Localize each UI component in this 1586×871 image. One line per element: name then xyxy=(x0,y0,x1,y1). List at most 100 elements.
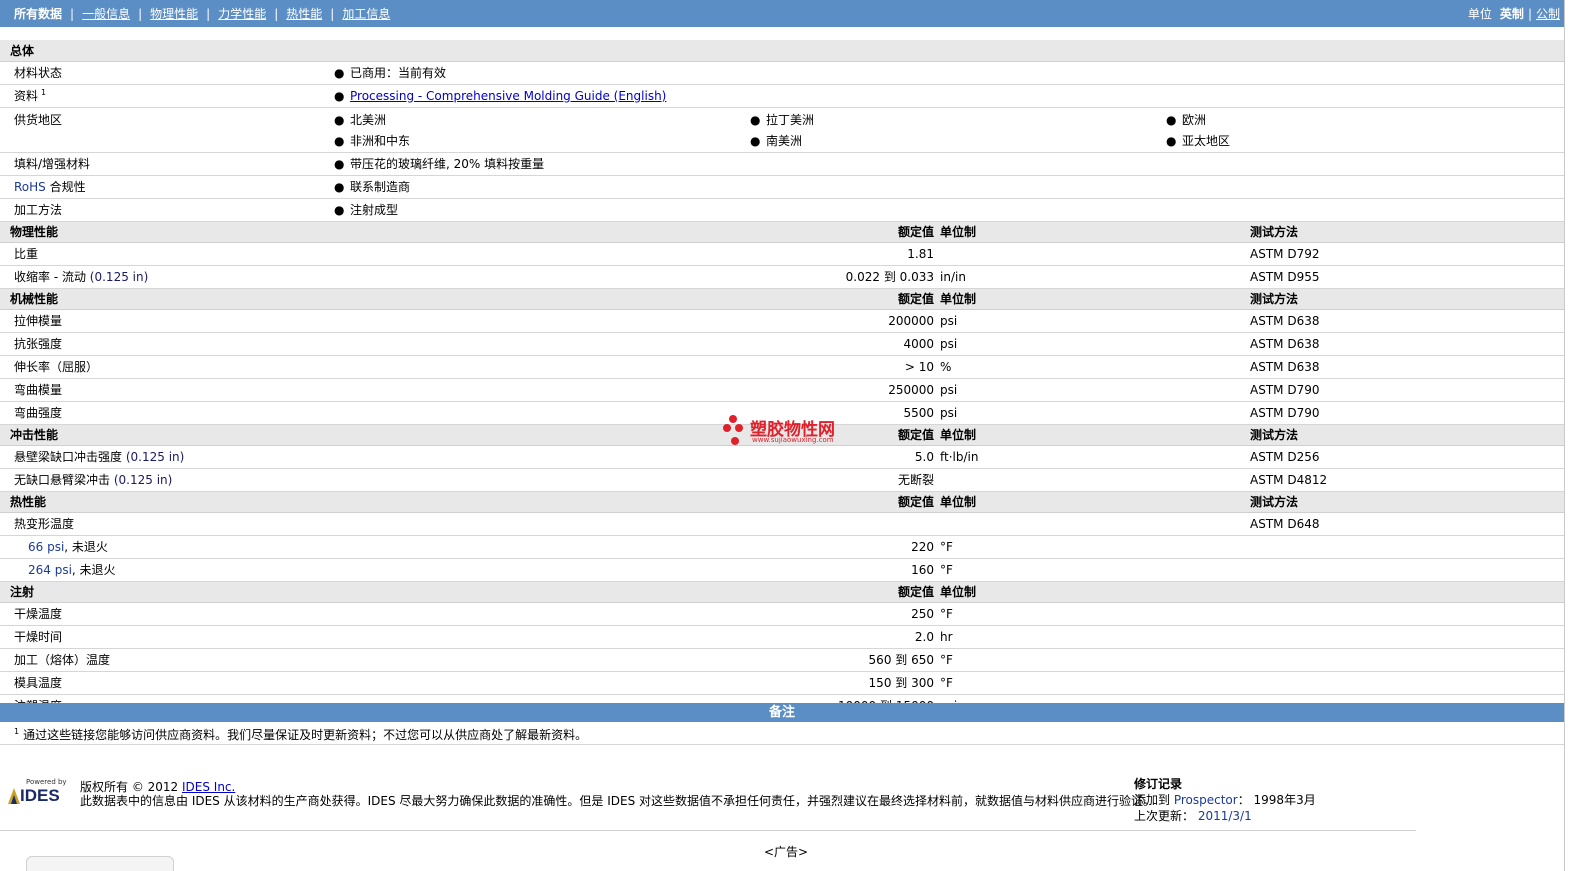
bullet-icon: ● xyxy=(334,112,345,127)
nav-separator: | xyxy=(138,6,143,21)
divider xyxy=(0,830,1416,831)
row-test: ASTM D638 xyxy=(1250,332,1565,356)
table-row: RoHS 合规性 ● 联系制造商 xyxy=(0,175,1565,199)
tab-mechanical[interactable]: 力学性能 xyxy=(218,5,266,22)
row-value: 4000 xyxy=(320,332,940,356)
table-row: 材料状态 ● 已商用：当前有效 xyxy=(0,61,1565,85)
watermark-url: www.sujiaowuxing.com xyxy=(752,436,834,444)
nav-separator: | xyxy=(206,6,211,21)
powered-by-label: Powered by xyxy=(26,778,67,786)
footnote: 1 通过这些链接您能够访问供应商资料。我们尽量保证及时更新资料；不过您可以从供应商… xyxy=(14,726,587,743)
divider xyxy=(0,744,1564,745)
row-value: > 10 xyxy=(320,355,940,379)
tab-general-info[interactable]: 一般信息 xyxy=(82,5,130,22)
nav-separator: | xyxy=(330,6,335,21)
logo-text: IDES xyxy=(20,786,60,805)
processing-guide-link[interactable]: Processing - Comprehensive Molding Guide… xyxy=(350,89,666,103)
table-row: 干燥温度 250 °F xyxy=(0,602,1565,626)
row-label: 收缩率 - 流动 xyxy=(14,270,86,284)
row-value: 带压花的玻璃纤维, 20% 填料按重量 xyxy=(350,157,545,171)
scrollbar-edge[interactable] xyxy=(1564,0,1586,871)
footer: Powered by IDES 版权所有 © 2012 IDES Inc. 此数… xyxy=(0,774,1420,834)
row-value: 560 到 650 xyxy=(320,648,940,672)
nav-separator: | xyxy=(274,6,279,21)
table-row: 热变形温度 ASTM D648 xyxy=(0,512,1565,536)
row-test: ASTM D638 xyxy=(1250,355,1565,379)
ides-logo[interactable]: Powered by IDES xyxy=(8,778,70,806)
header-unit: 单位制 xyxy=(940,581,1250,603)
row-unit xyxy=(940,468,1250,492)
footnote-number: 1 xyxy=(14,727,20,736)
site-watermark: 塑胶物性网 www.sujiaowuxing.com xyxy=(722,413,852,449)
row-label: 悬壁梁缺口冲击强度 xyxy=(14,450,123,464)
footnote-text: 通过这些链接您能够访问供应商资料。我们尽量保证及时更新资料；不过您可以从供应商处… xyxy=(23,728,588,742)
row-label: 干燥时间 xyxy=(0,625,320,649)
tab-thermal[interactable]: 热性能 xyxy=(286,5,322,22)
table-row: 拉伸模量 200000 psi ASTM D638 xyxy=(0,309,1565,333)
table-row: 收缩率 - 流动 (0.125 in) 0.022 到 0.033 in/in … xyxy=(0,265,1565,289)
section-title: 物理性能 xyxy=(0,221,320,243)
unit-metric-link[interactable]: 公制 xyxy=(1536,5,1560,22)
row-unit: psi xyxy=(940,401,1250,425)
tab-all-data[interactable]: 所有数据 xyxy=(14,5,62,22)
nav-separator: | xyxy=(70,6,75,21)
row-label: 热变形温度 xyxy=(0,512,320,536)
row-value: 2.0 xyxy=(320,625,940,649)
bullet-icon: ● xyxy=(334,203,345,217)
row-value: 150 到 300 xyxy=(320,671,940,695)
table-row: 干燥时间 2.0 hr xyxy=(0,625,1565,649)
bullet-icon: ● xyxy=(1166,112,1177,127)
row-value: 250000 xyxy=(320,378,940,402)
bottom-panel-tab[interactable] xyxy=(26,856,174,871)
bullet-icon: ● xyxy=(334,133,345,148)
table-row: 加工方法 ● 注射成型 xyxy=(0,198,1565,222)
revision-history: 修订记录 添加到 Prospector： 1998年3月 上次更新： 2011/… xyxy=(1134,776,1316,824)
row-unit: psi xyxy=(940,332,1250,356)
row-condition: (0.125 in) xyxy=(125,450,185,464)
row-unit: % xyxy=(940,355,1250,379)
bullet-icon: ● xyxy=(1166,133,1177,148)
unit-imperial: 英制 xyxy=(1499,7,1524,21)
region-list: ● 北美洲 ● 拉丁美洲 ● 欧洲 ● 非洲和中东 ● 南美洲 ● 亚太地区 xyxy=(334,108,1560,152)
ides-mark-icon xyxy=(8,788,20,804)
tab-physical[interactable]: 物理性能 xyxy=(150,5,198,22)
table-row: 弯曲模量 250000 psi ASTM D790 xyxy=(0,378,1565,402)
tab-processing[interactable]: 加工信息 xyxy=(342,5,390,22)
table-row: 填料/增强材料 ● 带压花的玻璃纤维, 20% 填料按重量 xyxy=(0,152,1565,176)
row-label: 伸长率（屈服） xyxy=(0,355,320,379)
top-nav-bar: 所有数据 | 一般信息 | 物理性能 | 力学性能 | 热性能 | 加工信息 单… xyxy=(0,0,1568,27)
row-label: 加工方法 xyxy=(0,198,320,222)
row-value: 无断裂 xyxy=(320,468,940,492)
list-item: ● 欧洲 xyxy=(1166,112,1207,127)
revision-added: 添加到 Prospector： 1998年3月 xyxy=(1134,793,1316,807)
header-test: 测试方法 xyxy=(1250,491,1565,513)
bullet-icon: ● xyxy=(334,180,345,194)
header-unit: 单位制 xyxy=(940,221,1250,243)
header-test: 测试方法 xyxy=(1250,221,1565,243)
section-title: 机械性能 xyxy=(0,288,320,310)
row-label: 弯曲模量 xyxy=(0,378,320,402)
list-item: ● 北美洲 xyxy=(334,112,387,127)
row-condition: 66 psi xyxy=(28,540,65,554)
table-row: 资料 1 ● Processing - Comprehensive Molding … xyxy=(0,84,1565,108)
row-label: 无缺口悬臂梁冲击 xyxy=(14,473,111,487)
table-row: 抗张强度 4000 psi ASTM D638 xyxy=(0,332,1565,356)
row-unit xyxy=(940,242,1250,266)
row-test: ASTM D790 xyxy=(1250,378,1565,402)
bullet-icon: ● xyxy=(334,66,345,80)
section-thermal: 热性能 额定值 单位制 测试方法 xyxy=(0,491,1565,513)
watermark-dots-icon xyxy=(723,415,743,445)
row-condition: (0.125 in) xyxy=(113,473,173,487)
unit-switcher: 单位 英制 | 公制 xyxy=(1468,5,1560,22)
bullet-icon: ● xyxy=(334,157,345,171)
header-test: 测试方法 xyxy=(1250,288,1565,310)
header-value: 额定值 xyxy=(320,581,940,603)
header-unit: 单位制 xyxy=(940,424,1250,446)
row-test: ASTM D955 xyxy=(1250,265,1565,289)
unit-label: 单位 xyxy=(1467,7,1492,21)
row-value: 注射成型 xyxy=(350,203,399,217)
row-unit: hr xyxy=(940,625,1250,649)
ad-label: <广告> xyxy=(764,845,809,859)
property-table: 总体 材料状态 ● 已商用：当前有效 资料 1 ● Processing - Comp… xyxy=(0,40,1565,718)
nav-tabs: 所有数据 | 一般信息 | 物理性能 | 力学性能 | 热性能 | 加工信息 xyxy=(14,5,390,22)
